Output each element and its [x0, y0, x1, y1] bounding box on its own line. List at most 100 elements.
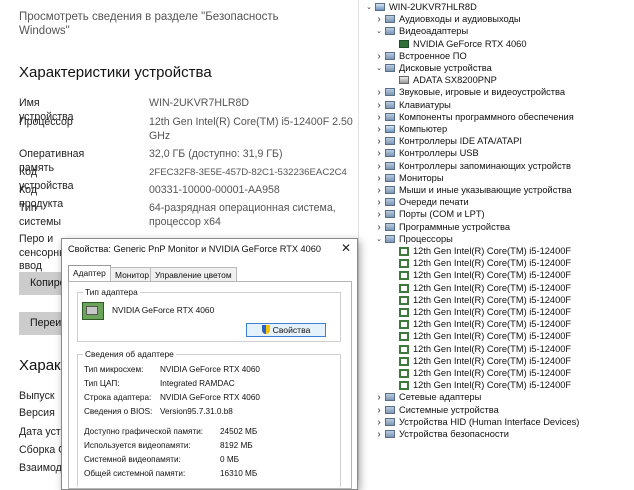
- tree-row-label: Контроллеры USB: [399, 148, 479, 159]
- tree-row[interactable]: › Встроенное ПО: [359, 51, 634, 62]
- cpu-icon: [399, 381, 409, 391]
- tree-row-label: Встроенное ПО: [399, 50, 467, 61]
- tree-row[interactable]: 12th Gen Intel(R) Core(TM) i5-12400F: [359, 368, 634, 379]
- info-value: NVIDIA GeForce RTX 4060: [160, 393, 260, 402]
- adapter-type-caption: Тип адаптера: [83, 287, 140, 297]
- chevron-right-icon[interactable]: ›: [375, 51, 383, 62]
- tree-row[interactable]: 12th Gen Intel(R) Core(TM) i5-12400F: [359, 319, 634, 330]
- tree-row[interactable]: 12th Gen Intel(R) Core(TM) i5-12400F: [359, 380, 634, 391]
- tree-row-label: 12th Gen Intel(R) Core(TM) i5-12400F: [413, 246, 572, 256]
- tree-row[interactable]: ⌄ WIN-2UKVR7HLR8D: [359, 2, 634, 13]
- tree-row[interactable]: 12th Gen Intel(R) Core(TM) i5-12400F: [359, 331, 634, 342]
- tree-row[interactable]: NVIDIA GeForce RTX 4060: [359, 39, 634, 50]
- tree-row[interactable]: › Системные устройства: [359, 405, 634, 416]
- properties-button[interactable]: Свойства: [246, 323, 326, 337]
- chevron-right-icon[interactable]: ›: [375, 392, 383, 403]
- chevron-down-icon[interactable]: ⌄: [365, 2, 373, 13]
- tree-row[interactable]: › Сетевые адаптеры: [359, 392, 634, 403]
- adapter-info-caption: Сведения об адаптере: [83, 349, 176, 359]
- tab-adapter[interactable]: Адаптер: [68, 265, 111, 281]
- chevron-right-icon[interactable]: ›: [375, 405, 383, 416]
- tree-row[interactable]: ⌄ Дисковые устройства: [359, 63, 634, 74]
- network-adapter-icon: [385, 393, 395, 402]
- tab-color-management[interactable]: Управление цветом: [150, 267, 237, 281]
- storage-controller-icon: [385, 161, 395, 170]
- tree-row[interactable]: › Устройства безопасности: [359, 429, 634, 440]
- tree-row[interactable]: › Программные устройства: [359, 222, 634, 233]
- tree-row-label: 12th Gen Intel(R) Core(TM) i5-12400F: [413, 307, 572, 317]
- chevron-right-icon[interactable]: ›: [375, 100, 383, 111]
- tree-row[interactable]: ⌄ Видеоадаптеры: [359, 26, 634, 37]
- info-key: Сведения о BIOS:: [84, 407, 153, 416]
- chevron-right-icon[interactable]: ›: [375, 173, 383, 184]
- software-device-icon: [385, 222, 395, 231]
- tree-row[interactable]: › Компьютер: [359, 124, 634, 135]
- tree-row[interactable]: 12th Gen Intel(R) Core(TM) i5-12400F: [359, 356, 634, 367]
- tree-row[interactable]: › Контроллеры запоминающих устройств: [359, 161, 634, 172]
- tree-row-label: Процессоры: [399, 233, 453, 244]
- chevron-right-icon[interactable]: ›: [375, 161, 383, 172]
- tree-row[interactable]: › Очереди печати: [359, 197, 634, 208]
- chevron-right-icon[interactable]: ›: [375, 124, 383, 135]
- tree-row[interactable]: 12th Gen Intel(R) Core(TM) i5-12400F: [359, 283, 634, 294]
- tree-row[interactable]: › Мониторы: [359, 173, 634, 184]
- chevron-right-icon[interactable]: ›: [375, 197, 383, 208]
- chevron-right-icon[interactable]: ›: [375, 185, 383, 196]
- cpu-icon: [399, 332, 409, 342]
- tree-row[interactable]: 12th Gen Intel(R) Core(TM) i5-12400F: [359, 295, 634, 306]
- tree-row[interactable]: ADATA SX8200PNP: [359, 75, 634, 86]
- tree-row[interactable]: › Аудиовходы и аудиовыходы: [359, 14, 634, 25]
- tree-row[interactable]: 12th Gen Intel(R) Core(TM) i5-12400F: [359, 270, 634, 281]
- hid-icon: [385, 417, 395, 426]
- disk-icon: [399, 76, 409, 85]
- memory-value: 16310 МБ: [220, 469, 258, 478]
- tree-row-label: Сетевые адаптеры: [399, 392, 482, 403]
- tree-row[interactable]: › Контроллеры USB: [359, 148, 634, 159]
- chevron-down-icon[interactable]: ⌄: [375, 63, 383, 74]
- chevron-right-icon[interactable]: ›: [375, 417, 383, 428]
- windows-security-link[interactable]: Просмотреть сведения в разделе "Безопасн…: [19, 10, 319, 38]
- tree-row[interactable]: › Звуковые, игровые и видеоустройства: [359, 87, 634, 98]
- tree-row[interactable]: 12th Gen Intel(R) Core(TM) i5-12400F: [359, 258, 634, 269]
- info-value: NVIDIA GeForce RTX 4060: [160, 365, 260, 374]
- chevron-right-icon[interactable]: ›: [375, 14, 383, 25]
- graphics-card-icon: [82, 302, 104, 320]
- spec-value: 00331-10000-00001-AA958: [149, 184, 280, 196]
- tree-row[interactable]: 12th Gen Intel(R) Core(TM) i5-12400F: [359, 307, 634, 318]
- tree-row[interactable]: 12th Gen Intel(R) Core(TM) i5-12400F: [359, 246, 634, 257]
- chevron-right-icon[interactable]: ›: [375, 209, 383, 220]
- sound-icon: [385, 88, 395, 97]
- chevron-right-icon[interactable]: ›: [375, 112, 383, 123]
- tree-row[interactable]: › Контроллеры IDE ATA/ATAPI: [359, 136, 634, 147]
- firmware-icon: [385, 51, 395, 60]
- info-key: Строка адаптера:: [84, 393, 152, 402]
- tree-row-label: NVIDIA GeForce RTX 4060: [413, 38, 527, 49]
- chevron-right-icon[interactable]: ›: [375, 148, 383, 159]
- chevron-right-icon[interactable]: ›: [375, 222, 383, 233]
- tree-row[interactable]: › Устройства HID (Human Interface Devices…: [359, 417, 634, 428]
- tree-row[interactable]: › Клавиатуры: [359, 100, 634, 111]
- tree-row[interactable]: › Мыши и иные указывающие устройства: [359, 185, 634, 196]
- display-adapter-icon: [385, 27, 395, 36]
- chevron-down-icon[interactable]: ⌄: [375, 26, 383, 37]
- adapter-name: NVIDIA GeForce RTX 4060: [112, 305, 215, 315]
- tree-row-label: Компьютер: [399, 124, 448, 134]
- close-icon[interactable]: ✕: [341, 241, 351, 255]
- tree-row[interactable]: ⌄ Процессоры: [359, 234, 634, 245]
- tree-row-label: 12th Gen Intel(R) Core(TM) i5-12400F: [413, 331, 572, 342]
- tree-row-label: Контроллеры IDE ATA/ATAPI: [399, 136, 522, 147]
- chevron-down-icon[interactable]: ⌄: [375, 234, 383, 245]
- tree-row-label: Клавиатуры: [399, 99, 451, 110]
- chevron-right-icon[interactable]: ›: [375, 87, 383, 98]
- tree-row[interactable]: › Компоненты программного обеспечения: [359, 112, 634, 123]
- tab-monitor[interactable]: Монитор: [110, 267, 155, 281]
- tree-row[interactable]: › Порты (COM и LPT): [359, 209, 634, 220]
- chevron-right-icon[interactable]: ›: [375, 429, 383, 440]
- cpu-icon: [399, 344, 409, 354]
- adapter-info-group: Сведения об адаптере Тип микросхем: NVID…: [77, 349, 341, 487]
- monitor-icon: [385, 173, 395, 182]
- cpu-icon: [399, 259, 409, 269]
- tree-row[interactable]: 12th Gen Intel(R) Core(TM) i5-12400F: [359, 344, 634, 355]
- tree-row-label: 12th Gen Intel(R) Core(TM) i5-12400F: [413, 294, 572, 305]
- chevron-right-icon[interactable]: ›: [375, 136, 383, 147]
